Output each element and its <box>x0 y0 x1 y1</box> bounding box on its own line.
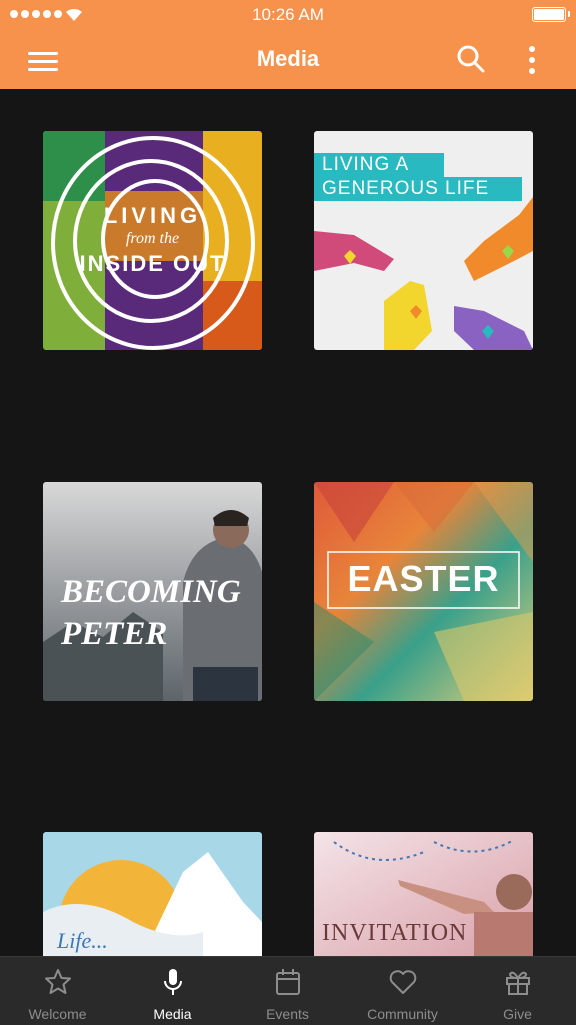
calendar-icon <box>276 969 300 995</box>
series-card-invitation[interactable]: INVITATION <box>314 832 533 956</box>
series-card-living-inside-out[interactable]: LIVING from the INSIDE OUT <box>43 131 262 350</box>
top-bar: 10:26 AM Media <box>0 0 576 89</box>
series-title: INVITATION <box>322 920 468 946</box>
series-title: Life... <box>57 928 108 953</box>
series-card-5[interactable]: Life... <box>43 832 262 956</box>
series-title-line2: PETER <box>61 616 168 652</box>
series-title-line2: GENEROUS LIFE <box>322 178 490 199</box>
series-card-easter[interactable]: EASTER <box>314 482 533 701</box>
tab-community[interactable]: Community <box>345 957 460 1025</box>
search-icon[interactable] <box>456 44 486 74</box>
nav-bar: Media <box>0 30 576 89</box>
page-title: Media <box>256 46 320 71</box>
tab-give[interactable]: Give <box>460 957 575 1025</box>
tab-events[interactable]: Events <box>230 957 345 1025</box>
tab-media[interactable]: Media <box>115 957 230 1025</box>
series-card-becoming-peter[interactable]: BECOMING PETER <box>43 482 262 701</box>
series-card-generous-life[interactable]: LIVING A GENEROUS LIFE <box>314 131 533 350</box>
series-title-line1: LIVING A <box>322 154 410 175</box>
tab-label: Media <box>153 1006 192 1022</box>
media-grid: LIVING from the INSIDE OUT LIVING A GENE… <box>0 89 576 956</box>
series-title-line3: INSIDE OUT <box>79 251 226 276</box>
series-title-line1: LIVING <box>103 203 202 228</box>
gift-icon <box>506 971 530 995</box>
series-title-line2: from the <box>125 230 180 247</box>
tab-label: Events <box>266 1006 309 1022</box>
series-title-line1: BECOMING <box>61 574 241 610</box>
status-bar: 10:26 AM <box>0 0 576 30</box>
tab-label: Welcome <box>28 1006 87 1022</box>
battery-icon <box>532 7 570 22</box>
tab-welcome[interactable]: Welcome <box>0 957 115 1025</box>
star-icon <box>45 969 71 994</box>
series-title: EASTER <box>347 558 500 599</box>
tab-bar: Welcome Media Events Community Give <box>0 956 576 1025</box>
microphone-icon <box>164 969 182 995</box>
heart-icon <box>389 970 417 994</box>
tab-label: Give <box>503 1006 532 1022</box>
tab-label: Community <box>367 1006 438 1022</box>
status-time: 10:26 AM <box>252 5 324 24</box>
more-options-icon[interactable] <box>520 44 544 76</box>
